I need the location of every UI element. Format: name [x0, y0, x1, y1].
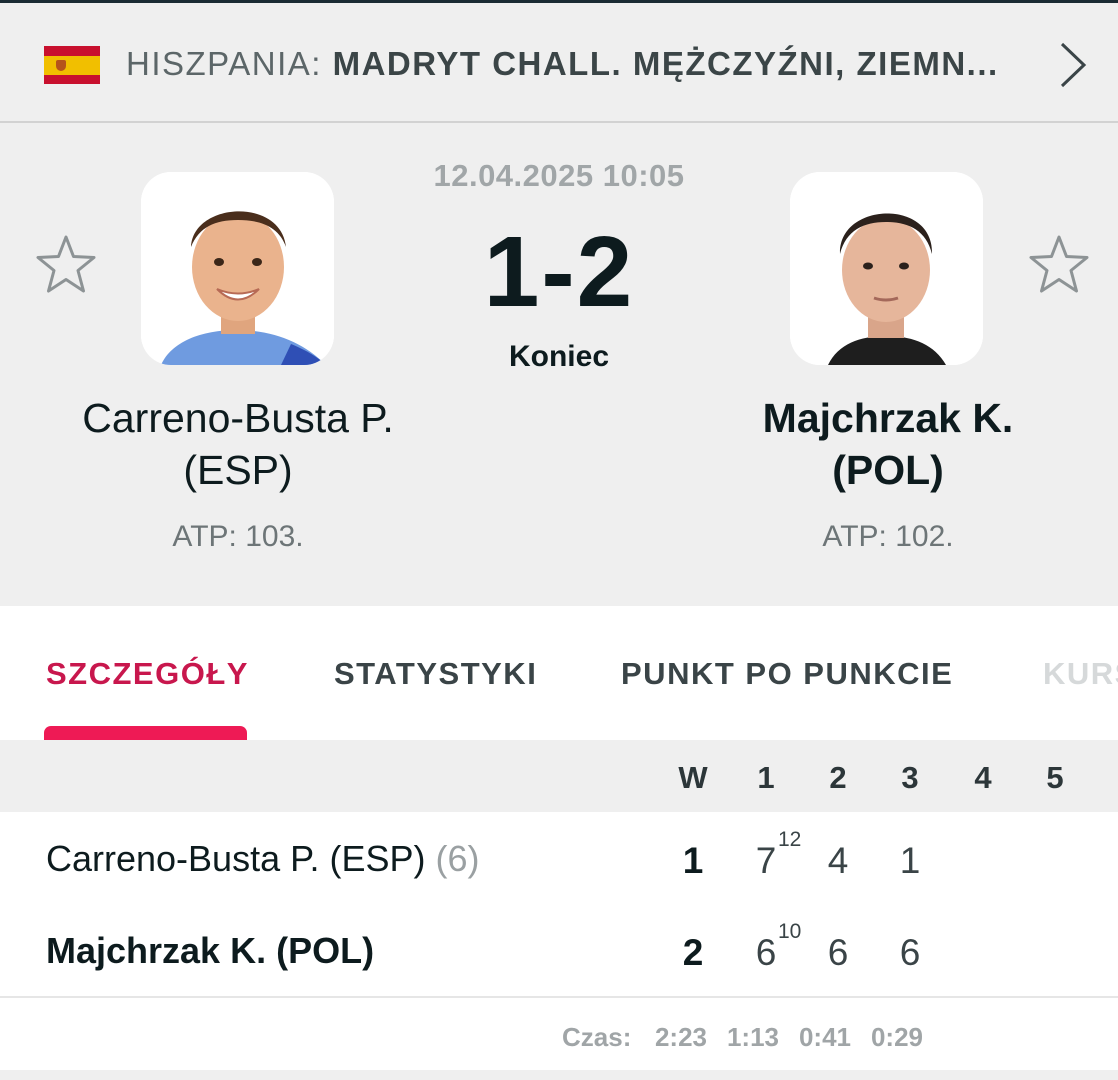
- duration-total: 2:23: [654, 1022, 708, 1052]
- score-table: Carreno-Busta P. (ESP) (6) 1 7 12 4 1 Ma…: [0, 812, 1118, 996]
- header-set-2: 2: [829, 760, 847, 795]
- tab-point-by-point[interactable]: PUNKT PO PUNKCIE: [621, 656, 953, 692]
- spain-flag-icon: [44, 46, 100, 84]
- row-player-seed: (6): [435, 838, 480, 879]
- home-player-country: (ESP): [183, 447, 293, 493]
- match-status: Koniec: [508, 340, 610, 373]
- row-total: 1: [682, 840, 704, 881]
- chevron-right-icon[interactable]: [1058, 40, 1088, 90]
- tab-details[interactable]: SZCZEGÓŁY: [46, 656, 249, 692]
- score-table-header: W 1 2 3 4 5: [0, 740, 1118, 812]
- row-set-3: 1: [899, 840, 921, 881]
- row-player-name: Majchrzak K. (POL): [46, 930, 374, 972]
- league-country: HISZPANIA:: [126, 45, 322, 82]
- match-score: 1-2: [483, 216, 635, 328]
- league-header[interactable]: HISZPANIA: MADRYT CHALL. MĘŻCZYŹNI, ZIEM…: [0, 3, 1118, 123]
- row-set-1-tiebreak: 10: [778, 920, 802, 943]
- row-player-label: Carreno-Busta P. (ESP): [46, 838, 426, 879]
- duration-label: Czas:: [562, 1022, 632, 1052]
- away-player-rank: ATP: 102.: [822, 520, 954, 553]
- row-set-3: 6: [899, 932, 921, 973]
- away-player-name-line1: Majchrzak K.: [762, 395, 1014, 441]
- table-row[interactable]: Majchrzak K. (POL) 2 6 10 6 6: [0, 904, 1118, 996]
- row-set-2: 6: [827, 932, 849, 973]
- row-player-label: Majchrzak K. (POL): [46, 930, 375, 971]
- league-tournament: MADRYT CHALL. MĘŻCZYŹNI, ZIEMN...: [332, 45, 999, 82]
- header-w: W: [678, 760, 708, 795]
- header-set-3: 3: [901, 760, 919, 795]
- header-set-4: 4: [974, 760, 992, 795]
- tab-odds[interactable]: KURS: [1043, 656, 1118, 692]
- header-set-1: 1: [757, 760, 775, 795]
- table-row[interactable]: Carreno-Busta P. (ESP) (6) 1 7 12 4 1: [0, 812, 1118, 904]
- duration-set-3: 0:29: [870, 1022, 924, 1052]
- duration-set-1: 1:13: [726, 1022, 780, 1052]
- row-set-1-tiebreak: 12: [778, 828, 802, 851]
- active-tab-indicator: [44, 726, 247, 740]
- row-total: 2: [682, 932, 704, 973]
- home-player-name-line1: Carreno-Busta P.: [82, 395, 394, 441]
- tab-bar: SZCZEGÓŁY STATYSTYKI PUNKT PO PUNKCIE KU…: [0, 606, 1118, 740]
- tab-statistics[interactable]: STATYSTYKI: [334, 656, 537, 692]
- away-player-country: (POL): [832, 447, 944, 493]
- row-player-name: Carreno-Busta P. (ESP) (6): [46, 838, 480, 880]
- duration-row: Czas: 2:23 1:13 0:41 0:29: [0, 996, 1118, 1070]
- home-player-rank: ATP: 103.: [172, 520, 304, 553]
- away-player-name[interactable]: Majchrzak K. (POL): [678, 392, 1098, 496]
- duration-set-2: 0:41: [798, 1022, 852, 1052]
- header-set-5: 5: [1046, 760, 1064, 795]
- row-set-2: 4: [827, 840, 849, 881]
- bottom-strip: [0, 1070, 1118, 1080]
- home-player-name[interactable]: Carreno-Busta P. (ESP): [28, 392, 448, 496]
- league-title: HISZPANIA: MADRYT CHALL. MĘŻCZYŹNI, ZIEM…: [126, 45, 999, 83]
- match-datetime: 12.04.2025 10:05: [433, 158, 685, 193]
